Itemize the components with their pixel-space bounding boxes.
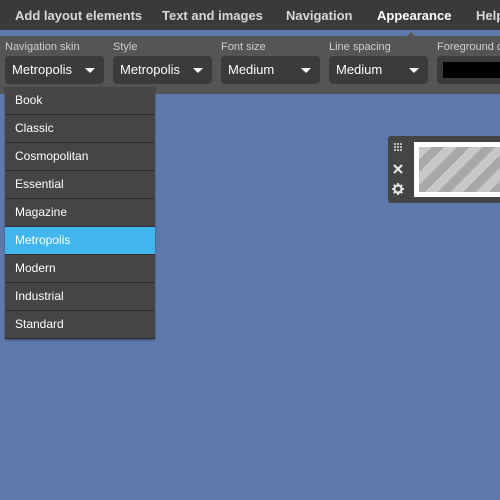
tab-text-and-images[interactable]: Text and images [162, 8, 263, 23]
dropdown-item-industrial[interactable]: Industrial [5, 283, 155, 311]
dropdown-item-magazine[interactable]: Magazine [5, 199, 155, 227]
tab-add-layout-elements[interactable]: Add layout elements [15, 8, 142, 23]
chevron-down-icon [409, 68, 419, 73]
line-spacing-value: Medium [336, 62, 383, 77]
foreground-color-picker[interactable] [437, 56, 500, 84]
tab-appearance[interactable]: Appearance [377, 8, 451, 23]
foreground-color-group: Foreground c [437, 40, 500, 54]
navigation-skin-group: Navigation skin [5, 40, 80, 54]
line-spacing-label: Line spacing [329, 41, 391, 53]
close-icon[interactable] [388, 159, 408, 179]
navigation-skin-label: Navigation skin [5, 41, 80, 53]
dropdown-item-metropolis[interactable]: Metropolis [5, 227, 155, 255]
dropdown-item-classic[interactable]: Classic [5, 115, 155, 143]
image-placeholder [414, 142, 500, 197]
foreground-color-swatch [443, 62, 500, 78]
chevron-down-icon [193, 68, 203, 73]
dropdown-item-modern[interactable]: Modern [5, 255, 155, 283]
top-menu-bar: Add layout elements Text and images Navi… [0, 0, 500, 30]
font-size-label: Font size [221, 41, 266, 53]
navigation-skin-value: Metropolis [12, 62, 72, 77]
tab-help[interactable]: Help [476, 8, 500, 23]
foreground-color-label: Foreground c [437, 41, 500, 53]
font-size-select[interactable]: Medium [221, 56, 320, 84]
drag-handle-icon[interactable] [388, 137, 408, 157]
gear-icon[interactable] [388, 179, 408, 199]
dropdown-item-book[interactable]: Book [5, 87, 155, 115]
dropdown-item-cosmopolitan[interactable]: Cosmopolitan [5, 143, 155, 171]
placeholder-hatch-pattern [419, 147, 500, 192]
image-placeholder-widget[interactable] [408, 136, 500, 203]
navigation-skin-select[interactable]: Metropolis [5, 56, 104, 84]
style-value: Metropolis [120, 62, 180, 77]
font-size-group: Font size [221, 40, 266, 54]
line-spacing-group: Line spacing [329, 40, 391, 54]
style-group: Style [113, 40, 137, 54]
style-label: Style [113, 41, 138, 53]
font-size-value: Medium [228, 62, 275, 77]
line-spacing-select[interactable]: Medium [329, 56, 428, 84]
tab-navigation[interactable]: Navigation [286, 8, 352, 23]
style-select[interactable]: Metropolis [113, 56, 212, 84]
appearance-options-bar: Navigation skin Metropolis Style Metropo… [0, 36, 500, 94]
widget-toolbar [388, 136, 408, 203]
dropdown-item-standard[interactable]: Standard [5, 311, 155, 339]
chevron-down-icon [85, 68, 95, 73]
chevron-down-icon [301, 68, 311, 73]
dropdown-item-essential[interactable]: Essential [5, 171, 155, 199]
navigation-skin-dropdown: Book Classic Cosmopolitan Essential Maga… [5, 87, 155, 339]
